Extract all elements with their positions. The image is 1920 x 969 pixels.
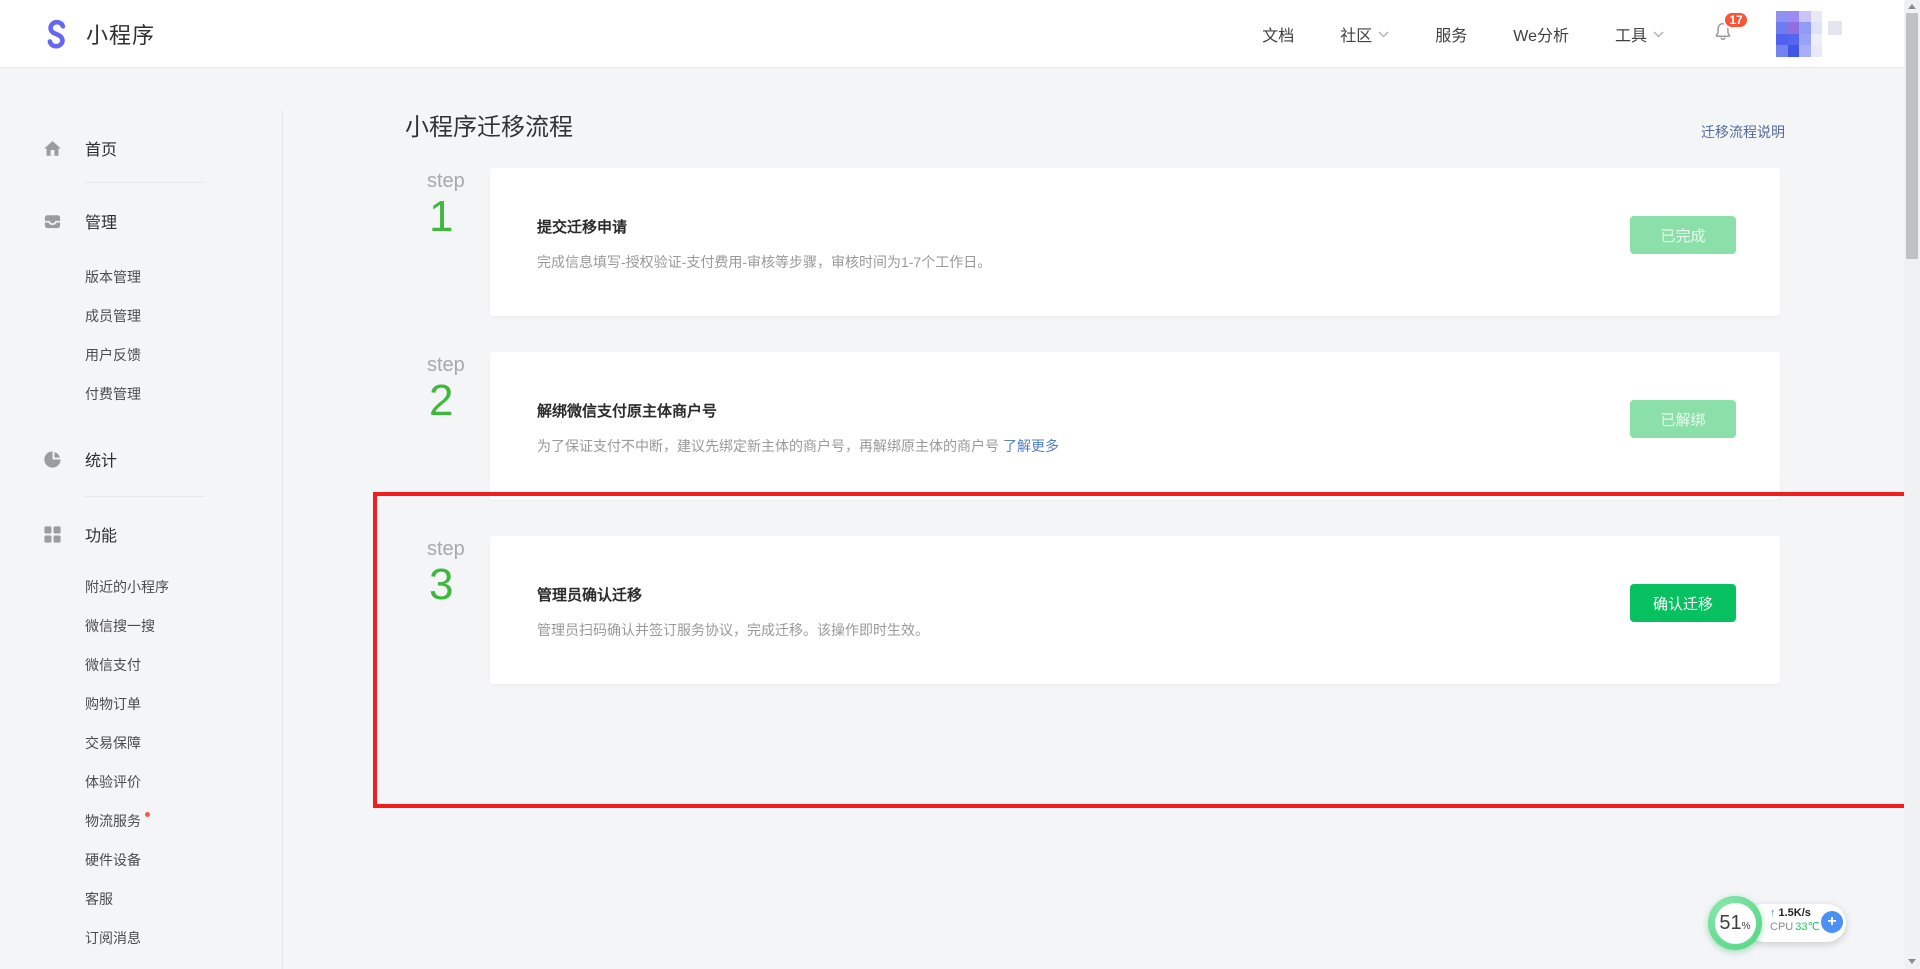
step1-completed-button: 已完成 [1630,216,1736,254]
sidebar-item-wechat-pay[interactable]: 微信支付 [85,645,283,684]
nav-community[interactable]: 社区 [1340,22,1389,46]
memory-usage-ball[interactable]: 51 % [1708,896,1762,950]
sidebar-item-subscription-messages[interactable]: 订阅消息 [85,918,283,957]
sidebar-item-customer-service[interactable]: 客服 [85,879,283,918]
performance-widget-stats: ↑1.5K/s CPU33℃ [1770,906,1820,934]
sidebar: 首页 管理 版本管理 成员管理 用户反馈 付费管理 统计 [0,68,283,969]
scrollbar-thumb[interactable] [1906,13,1918,259]
step2-unbound-button: 已解绑 [1630,400,1736,438]
nav-we-analysis[interactable]: We分析 [1513,22,1569,46]
step-indicator-2: step 2 [427,352,490,500]
step-number: 1 [429,193,490,241]
sidebar-item-nearby-mini-programs[interactable]: 附近的小程序 [85,567,283,606]
sidebar-item-version-management[interactable]: 版本管理 [85,257,283,296]
header-nav: 文档 社区 服务 We分析 工具 [1262,22,1664,46]
sidebar-item-label: 统计 [85,447,117,471]
avatar-blur-artifact [1828,21,1842,35]
new-feature-dot [145,812,150,817]
sidebar-item-hardware-devices[interactable]: 硬件设备 [85,840,283,879]
avatar[interactable] [1776,11,1822,57]
chevron-down-icon [1653,25,1664,43]
sidebar-item-manage[interactable]: 管理 [43,207,283,235]
sidebar-item-paid-management[interactable]: 付费管理 [85,374,283,413]
network-speed-row: ↑1.5K/s [1770,906,1820,920]
widget-plus-button[interactable]: + [1821,911,1843,933]
step-indicator-1: step 1 [427,168,490,316]
sidebar-divider [84,182,205,183]
step-card-title: 管理员确认迁移 [537,584,1600,605]
sidebar-item-home[interactable]: 首页 [43,134,283,162]
step-number: 2 [429,377,490,425]
step-indicator-3: step 3 [427,536,490,684]
vertical-scrollbar[interactable] [1904,0,1920,969]
step-card-description: 为了保证支付不中断，建议先绑定新主体的商户号，再解绑原主体的商户号了解更多 [537,436,1600,456]
upload-arrow-icon: ↑ [1770,907,1776,919]
tray-icon [43,212,62,231]
step-card-1: 提交迁移申请 完成信息填写-授权验证-支付费用-审核等步骤，审核时间为1-7个工… [490,168,1780,316]
top-header: 小程序 文档 社区 服务 We分析 工具 17 [0,0,1904,68]
chevron-down-icon [1378,25,1389,43]
step-number: 3 [429,561,490,609]
sidebar-item-label: 物流服务 [85,811,141,831]
sidebar-item-features[interactable]: 功能 [43,520,283,548]
step-card-description-text: 为了保证支付不中断，建议先绑定新主体的商户号，再解绑原主体的商户号 [537,438,999,454]
step-card-2: 解绑微信支付原主体商户号 为了保证支付不中断，建议先绑定新主体的商户号，再解绑原… [490,352,1780,500]
sidebar-item-member-management[interactable]: 成员管理 [85,296,283,335]
nav-community-label: 社区 [1340,22,1372,46]
step-row-2: step 2 解绑微信支付原主体商户号 为了保证支付不中断，建议先绑定新主体的商… [427,352,1780,500]
home-icon [43,139,62,158]
migration-help-link[interactable]: 迁移流程说明 [1701,122,1785,142]
notification-badge: 17 [1723,11,1749,29]
mini-program-logo[interactable]: 小程序 [40,17,155,51]
nav-services[interactable]: 服务 [1435,22,1467,46]
step-row-1: step 1 提交迁移申请 完成信息填写-授权验证-支付费用-审核等步骤，审核时… [427,168,1780,316]
step-word: step [427,170,490,193]
nav-tools[interactable]: 工具 [1615,22,1664,46]
step-card-3: 管理员确认迁移 管理员扫码确认并签订服务协议，完成迁移。该操作即时生效。 确认迁… [490,536,1780,684]
step-card-title: 解绑微信支付原主体商户号 [537,400,1600,421]
memory-usage-value: 51 % [1715,903,1756,944]
scrollbar-down-arrow[interactable] [1908,959,1916,964]
step-card-description: 管理员扫码确认并签订服务协议，完成迁移。该操作即时生效。 [537,620,1600,640]
learn-more-link[interactable]: 了解更多 [1003,438,1059,454]
mini-program-logo-icon [40,17,74,51]
sidebar-item-label: 功能 [85,522,117,546]
network-speed-value: 1.5K/s [1779,907,1811,919]
notification-bell[interactable]: 17 [1712,20,1734,47]
sidebar-item-shopping-orders[interactable]: 购物订单 [85,684,283,723]
nav-tools-label: 工具 [1615,22,1647,46]
sidebar-divider [84,496,205,497]
sidebar-item-transaction-guarantee[interactable]: 交易保障 [85,723,283,762]
sidebar-item-label: 管理 [85,209,117,233]
grid-icon [43,525,62,544]
main-content: 小程序迁移流程 迁移流程说明 step 1 提交迁移申请 完成信息填写-授权验证… [283,68,1904,969]
step-word: step [427,538,490,561]
cpu-temperature: 33℃ [1795,921,1820,933]
nav-docs[interactable]: 文档 [1262,22,1294,46]
step-row-3: step 3 管理员确认迁移 管理员扫码确认并签订服务协议，完成迁移。该操作即时… [427,536,1780,684]
percent-number: 51 [1719,912,1741,935]
bell-icon [1712,29,1734,46]
cpu-label: CPU [1770,921,1793,933]
sidebar-item-label: 首页 [85,136,117,160]
cpu-row: CPU33℃ [1770,920,1820,934]
sidebar-item-experience-evaluation[interactable]: 体验评价 [85,762,283,801]
logo-text: 小程序 [86,18,155,50]
sidebar-item-statistics[interactable]: 统计 [43,445,283,473]
pie-chart-icon [43,450,62,469]
confirm-migration-button[interactable]: 确认迁移 [1630,584,1736,622]
sidebar-item-logistics-service[interactable]: 物流服务 [85,801,283,840]
step-card-title: 提交迁移申请 [537,216,1600,237]
sidebar-item-wechat-search[interactable]: 微信搜一搜 [85,606,283,645]
step-card-description: 完成信息填写-授权验证-支付费用-审核等步骤，审核时间为1-7个工作日。 [537,252,1600,272]
sidebar-item-user-feedback[interactable]: 用户反馈 [85,335,283,374]
page-title: 小程序迁移流程 [405,107,1904,140]
step-word: step [427,354,490,377]
migration-steps: step 1 提交迁移申请 完成信息填写-授权验证-支付费用-审核等步骤，审核时… [427,168,1780,684]
percent-symbol: % [1742,921,1751,932]
scrollbar-up-arrow[interactable] [1908,4,1916,9]
